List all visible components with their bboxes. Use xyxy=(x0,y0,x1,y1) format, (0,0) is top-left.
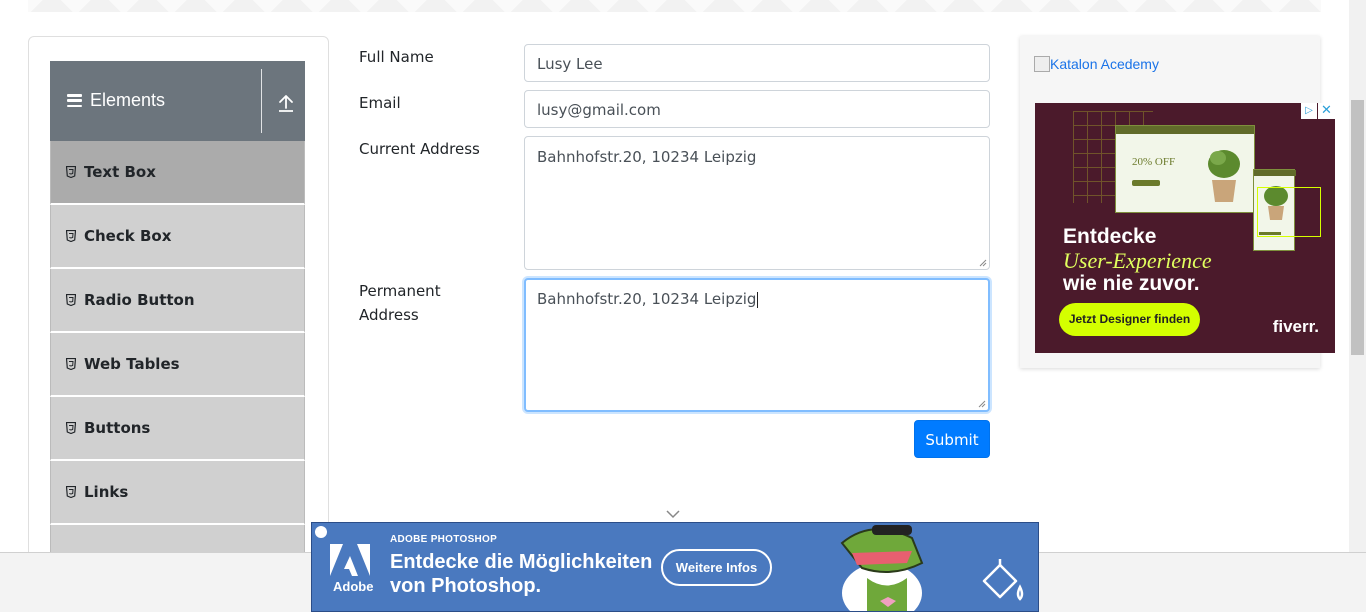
mock-browser-graphic: 20% OFF xyxy=(1115,125,1255,213)
adobe-headline-line1: Entdecke die Möglichkeiten xyxy=(390,551,653,573)
adobe-brand-text: Adobe xyxy=(333,579,374,594)
fiverr-logo: fiverr. xyxy=(1272,317,1319,336)
permanent-address-label-line1: Permanent xyxy=(359,282,441,300)
permanent-address-label: Permanent Address xyxy=(359,279,441,327)
full-name-input[interactable]: Lusy Lee xyxy=(524,44,990,82)
sidebar-item-label: Check Box xyxy=(84,227,172,245)
crocodile-illustration xyxy=(840,525,924,611)
sidebar: Elements Text Box Check Box Radio Button… xyxy=(28,36,329,576)
group-header-elements[interactable]: Elements xyxy=(50,61,305,141)
current-address-label: Current Address xyxy=(359,140,480,158)
hamburger-icon xyxy=(67,94,82,107)
current-address-textarea[interactable]: Bahnhofstr.20, 10234 Leipzig xyxy=(524,136,990,270)
adobe-ad[interactable]: Adobe ADOBE PHOTOSHOP Entdecke die Mögli… xyxy=(311,522,1039,612)
ad-headline-3: wie nie zuvor. xyxy=(1063,272,1200,295)
full-name-label: Full Name xyxy=(359,48,434,66)
right-ad-panel: Katalon Acedemy 20% OFF Entdecke User-Ex… xyxy=(1020,36,1335,368)
email-input[interactable]: lusy@gmail.com xyxy=(524,90,990,128)
katalon-link-text: Katalon Acedemy xyxy=(1050,56,1159,72)
html5-icon xyxy=(66,294,76,306)
html5-icon xyxy=(66,358,76,370)
scrollbar-thumb[interactable] xyxy=(1351,100,1364,355)
email-value: lusy@gmail.com xyxy=(537,101,661,119)
resize-grip-icon[interactable] xyxy=(979,259,987,267)
page-scrollbar[interactable] xyxy=(1349,0,1366,552)
paint-bucket-icon xyxy=(982,559,1024,601)
fiverr-cta-button[interactable]: Jetzt Designer finden xyxy=(1059,303,1200,336)
full-name-value: Lusy Lee xyxy=(537,55,603,73)
menu-list: Text Box Check Box Radio Button Web Tabl… xyxy=(50,141,305,575)
ad-choices-icon[interactable]: ▷ xyxy=(1301,103,1317,119)
chevron-down-icon[interactable] xyxy=(666,509,680,519)
html5-icon xyxy=(66,166,76,178)
submit-button[interactable]: Submit xyxy=(914,420,990,458)
sidebar-item-label: Radio Button xyxy=(84,291,195,309)
sidebar-item-text-box[interactable]: Text Box xyxy=(50,141,305,205)
permanent-address-textarea[interactable]: Bahnhofstr.20, 10234 Leipzig xyxy=(524,278,990,412)
mock-offer-text: 20% OFF xyxy=(1132,156,1176,168)
html5-icon xyxy=(66,486,76,498)
katalon-ad-link[interactable]: Katalon Acedemy xyxy=(1034,56,1159,72)
group-divider xyxy=(261,69,262,133)
ad-info-icon[interactable] xyxy=(315,526,327,538)
ad-headline-1: Entdecke xyxy=(1063,225,1157,248)
sidebar-item-links[interactable]: Links xyxy=(50,461,305,525)
html5-icon xyxy=(66,230,76,242)
adobe-headline: Entdecke die Möglichkeiten von Photoshop… xyxy=(390,550,652,598)
html5-icon xyxy=(66,422,76,434)
group-title-label: Elements xyxy=(90,90,166,110)
sidebar-item-buttons[interactable]: Buttons xyxy=(50,397,305,461)
email-label: Email xyxy=(359,94,401,112)
close-icon[interactable]: ✕ xyxy=(1318,103,1335,119)
sidebar-item-label: Text Box xyxy=(84,163,156,181)
permanent-address-value: Bahnhofstr.20, 10234 Leipzig xyxy=(537,290,757,308)
group-title: Elements xyxy=(67,90,165,111)
sidebar-item-label: Links xyxy=(84,483,129,501)
resize-grip-icon[interactable] xyxy=(978,400,986,408)
adobe-cta-button[interactable]: Weitere Infos xyxy=(661,549,772,586)
sidebar-item-radio-button[interactable]: Radio Button xyxy=(50,269,305,333)
fiverr-ad[interactable]: 20% OFF Entdecke User-Experience wie nie… xyxy=(1035,103,1335,353)
sidebar-item-label: Web Tables xyxy=(84,355,180,373)
selection-box-graphic xyxy=(1257,187,1321,237)
permanent-address-label-line2: Address xyxy=(359,306,419,324)
adobe-headline-line2: von Photoshop. xyxy=(390,575,542,597)
sidebar-item-check-box[interactable]: Check Box xyxy=(50,205,305,269)
current-address-value: Bahnhofstr.20, 10234 Leipzig xyxy=(537,148,757,166)
sidebar-item-web-tables[interactable]: Web Tables xyxy=(50,333,305,397)
plant-image xyxy=(1208,150,1240,202)
sidebar-item-label: Buttons xyxy=(84,419,151,437)
adobe-product-name: ADOBE PHOTOSHOP xyxy=(390,534,498,545)
upload-icon[interactable] xyxy=(278,94,294,112)
text-caret xyxy=(757,291,759,308)
ad-headline-2: User-Experience xyxy=(1063,248,1212,273)
top-banner xyxy=(28,0,1321,12)
broken-image-icon xyxy=(1034,56,1050,72)
